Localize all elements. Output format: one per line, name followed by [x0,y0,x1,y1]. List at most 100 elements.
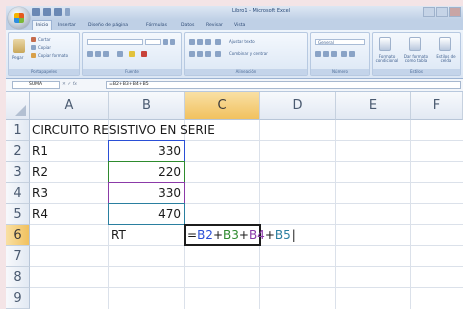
window-title: Libro1 - Microsoft Excel [232,8,291,14]
formula-part-5: B4 [248,228,265,242]
maximize-button[interactable] [436,7,448,17]
column-header-c[interactable]: C [185,92,260,120]
shrink-font-icon[interactable] [170,39,175,45]
formula-part-3: B3 [223,228,239,242]
cut-button[interactable]: Cortar [38,37,51,42]
number-format-select[interactable]: General [315,39,365,45]
formula-controls: ✕ ✓ fx [62,81,77,89]
cell-b6[interactable]: RT [109,225,184,246]
wrap-text-button[interactable]: Ajustar texto [229,39,255,44]
column-header-e[interactable]: E [336,92,411,120]
conditional-format-button[interactable]: Formato condicional [374,55,400,63]
cell-a3[interactable]: R2 [30,162,108,183]
alignment-group: Ajustar texto Combinar y centrar Alineac… [184,32,308,76]
formula-part-0: = [187,228,198,242]
undo-icon[interactable] [43,8,51,16]
name-box[interactable]: SUMA [12,81,60,89]
comma-icon[interactable] [331,51,337,57]
percent-icon[interactable] [323,51,329,57]
number-format-value: General [318,40,334,45]
formula-part-4: + [238,228,249,242]
paste-button[interactable]: Pegar [12,55,23,60]
cell-a1[interactable]: CIRCUITO RESISTIVO EN SERIE [30,120,290,141]
align-right-icon[interactable] [205,51,211,57]
format-as-table-icon[interactable] [409,37,421,51]
copy-button[interactable]: Copiar [38,45,51,50]
font-name-select[interactable] [87,39,143,45]
row-header-7[interactable]: 7 [6,246,30,267]
cell-b4[interactable]: 330 [109,183,184,204]
column-header-a[interactable]: A [30,92,109,120]
row-header-1[interactable]: 1 [6,120,30,141]
gridline [30,287,463,288]
styles-group: Formato condicional Dar formato como tab… [372,32,461,76]
fill-color-icon[interactable] [129,51,135,57]
cell-b5[interactable]: 470 [109,204,184,225]
paste-icon[interactable] [13,39,25,53]
cell-a2[interactable]: R1 [30,141,108,162]
cell-a5[interactable]: R4 [30,204,108,225]
cancel-entry-icon[interactable]: ✕ [62,82,66,87]
cell-b2[interactable]: 330 [109,141,184,162]
format-as-table-button[interactable]: Dar formato como tabla [402,55,430,63]
bold-icon[interactable] [87,51,93,57]
align-left-icon[interactable] [189,51,195,57]
cell-c6-formula[interactable]: =B2+B3+B4+B5| [185,225,296,246]
cell-a4[interactable]: R3 [30,183,108,204]
format-painter-button[interactable]: Copiar formato [38,53,68,58]
close-button[interactable] [449,7,461,17]
row-header-5[interactable]: 5 [6,204,30,225]
tab-revisar[interactable]: Revisar [206,21,223,30]
tab-diseno-pagina[interactable]: Diseño de página [88,21,128,30]
tab-datos[interactable]: Datos [181,21,194,30]
merge-center-button[interactable]: Combinar y centrar [229,51,268,56]
row-header-8[interactable]: 8 [6,267,30,288]
align-bottom-icon[interactable] [205,39,211,45]
tab-formulas[interactable]: Fórmulas [146,21,167,30]
customize-toolbar-icon[interactable] [65,8,70,16]
row-header-3[interactable]: 3 [6,162,30,183]
minimize-button[interactable] [423,7,435,17]
font-group-label: Fuente [83,69,181,75]
column-header-f[interactable]: F [411,92,463,120]
tab-inicio[interactable]: Inicio [32,20,53,30]
increase-decimal-icon[interactable] [341,51,347,57]
copy-icon [31,45,36,50]
grow-font-icon[interactable] [163,39,168,45]
font-group: Fuente [82,32,182,76]
select-all-button[interactable] [6,92,30,120]
tab-vista[interactable]: Vista [234,21,245,30]
decrease-decimal-icon[interactable] [349,51,355,57]
tab-insertar[interactable]: Insertar [58,21,76,30]
insert-function-icon[interactable]: fx [73,82,77,87]
spreadsheet-grid[interactable]: A B C D E F 1 2 3 4 5 6 7 8 9 CIRCUITO R… [6,92,463,309]
row-header-6[interactable]: 6 [6,225,30,246]
formula-part-2: + [212,228,223,242]
formula-input[interactable]: =B2+B3+B4+B5 [106,81,461,89]
italic-icon[interactable] [95,51,101,57]
borders-icon[interactable] [117,51,123,57]
confirm-entry-icon[interactable]: ✓ [67,82,71,87]
column-header-d[interactable]: D [260,92,336,120]
row-header-2[interactable]: 2 [6,141,30,162]
cell-styles-button[interactable]: Estilos de celda [433,55,459,63]
indent-icon[interactable] [215,51,221,57]
column-header-b[interactable]: B [109,92,185,120]
orientation-icon[interactable] [215,39,221,45]
row-header-9[interactable]: 9 [6,288,30,309]
redo-icon[interactable] [54,8,62,16]
row-header-4[interactable]: 4 [6,183,30,204]
align-middle-icon[interactable] [197,39,203,45]
format-painter-icon [31,53,36,58]
align-top-icon[interactable] [189,39,195,45]
cell-styles-icon[interactable] [439,37,451,51]
underline-icon[interactable] [103,51,109,57]
font-size-select[interactable] [145,39,161,45]
align-center-icon[interactable] [197,51,203,57]
conditional-format-icon[interactable] [379,37,391,51]
currency-icon[interactable] [315,51,321,57]
font-color-icon[interactable] [141,51,147,57]
cell-b3[interactable]: 220 [109,162,184,183]
office-button[interactable] [8,7,30,29]
save-icon[interactable] [32,8,40,16]
